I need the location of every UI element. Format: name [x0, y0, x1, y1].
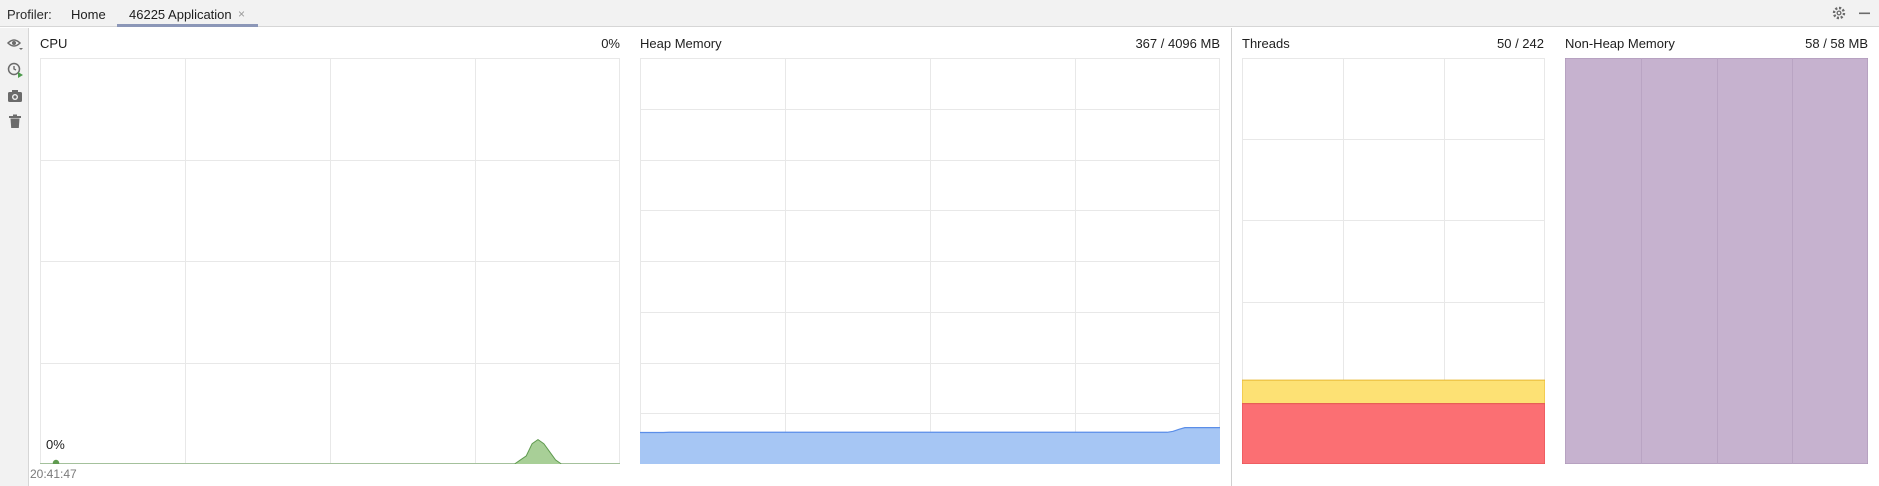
tab-application[interactable]: 46225 Application × — [117, 0, 258, 27]
record-icon[interactable] — [6, 61, 24, 79]
threads-chart[interactable] — [1242, 58, 1545, 464]
trash-icon[interactable] — [6, 112, 24, 130]
minimize-icon[interactable] — [1856, 5, 1872, 21]
close-icon[interactable]: × — [238, 7, 245, 21]
non-heap-memory-value: 58 / 58 MB — [1805, 36, 1868, 51]
panel-separator — [1231, 28, 1232, 486]
camera-icon[interactable] — [6, 87, 24, 105]
profiler-tabbar: Profiler: Home 46225 Application × — [0, 0, 1879, 27]
chart-canvas — [640, 58, 1220, 464]
chart-canvas — [1565, 58, 1868, 464]
non-heap-memory-title: Non-Heap Memory — [1565, 36, 1675, 51]
threads-title: Threads — [1242, 36, 1290, 51]
heap-memory-title: Heap Memory — [640, 36, 722, 51]
tab-home[interactable]: Home — [71, 0, 106, 27]
heap-memory-chart[interactable] — [640, 58, 1220, 464]
heap-memory-value: 367 / 4096 MB — [1135, 36, 1220, 51]
threads-value: 50 / 242 — [1497, 36, 1544, 51]
cpu-current-value: 0% — [46, 437, 65, 452]
threads-running-area — [1242, 403, 1545, 464]
chart-canvas — [40, 58, 620, 464]
cpu-value: 0% — [601, 36, 620, 51]
tab-application-label: 46225 Application — [129, 7, 232, 22]
timeline-time-label: 20:41:47 — [30, 467, 77, 481]
chart-canvas — [1242, 58, 1545, 464]
profiler-toolbar — [0, 28, 29, 486]
heap-used-area — [640, 427, 1220, 464]
profiler-label: Profiler: — [7, 7, 52, 22]
eye-icon[interactable] — [6, 35, 24, 53]
cpu-chart[interactable] — [40, 58, 620, 464]
gear-icon[interactable] — [1831, 5, 1847, 21]
cpu-title: CPU — [40, 36, 68, 51]
non-heap-memory-chart[interactable] — [1565, 58, 1868, 464]
cpu-marker-dot — [52, 459, 60, 464]
non-heap-used-area — [1565, 58, 1868, 464]
